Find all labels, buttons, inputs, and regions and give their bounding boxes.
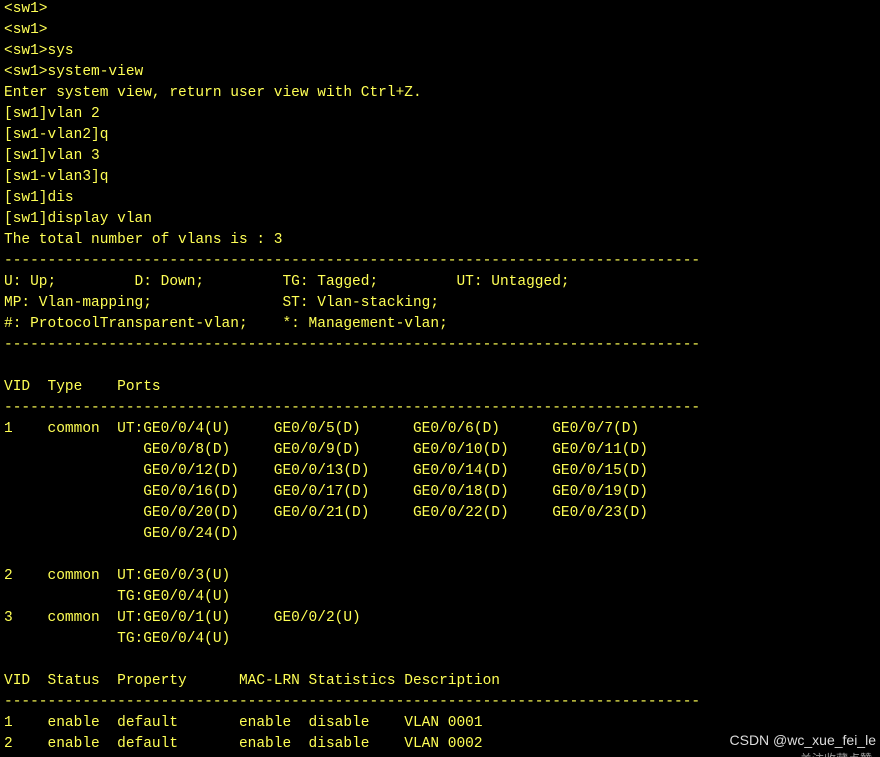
terminal-line: 1 common UT:GE0/0/4(U) GE0/0/5(D) GE0/0/… (4, 421, 640, 437)
terminal-line: GE0/0/8(D) GE0/0/9(D) GE0/0/10(D) GE0/0/… (4, 442, 648, 458)
terminal-line: <sw1>sys (4, 43, 74, 59)
terminal-line: GE0/0/20(D) GE0/0/21(D) GE0/0/22(D) GE0/… (4, 505, 648, 521)
terminal-line: ----------------------------------------… (4, 694, 701, 710)
terminal-window[interactable]: <sw1> <sw1> <sw1>sys <sw1>system-view Enter … (0, 0, 880, 757)
terminal-line: U: Up; D: Down; TG: Tagged; UT: Untagged… (4, 274, 570, 290)
terminal-line: GE0/0/16(D) GE0/0/17(D) GE0/0/18(D) GE0/… (4, 484, 648, 500)
terminal-line: 3 common UT:GE0/0/1(U) GE0/0/2(U) (4, 610, 361, 626)
terminal-line: 1 enable default enable disable VLAN 000… (4, 715, 483, 731)
terminal-line: <sw1> (4, 22, 48, 38)
terminal-line: GE0/0/24(D) (4, 526, 239, 542)
terminal-line: VID Type Ports (4, 379, 161, 395)
terminal-line: 2 common UT:GE0/0/3(U) (4, 568, 231, 584)
terminal-line: [sw1]dis (4, 190, 74, 206)
terminal-line: [sw1]display vlan (4, 211, 152, 227)
terminal-line: [sw1-vlan2]q (4, 127, 109, 143)
terminal-line: VID Status Property MAC-LRN Statistics D… (4, 673, 500, 689)
watermark-subtext: 关注收藏点赞 (800, 750, 872, 757)
terminal-line: [sw1]vlan 2 (4, 106, 100, 122)
terminal-line: <sw1> (4, 1, 48, 17)
terminal-line: [sw1-vlan3]q (4, 169, 109, 185)
terminal-line: GE0/0/12(D) GE0/0/13(D) GE0/0/14(D) GE0/… (4, 463, 648, 479)
terminal-line: [sw1]vlan 3 (4, 148, 100, 164)
terminal-line: #: ProtocolTransparent-vlan; *: Manageme… (4, 316, 448, 332)
terminal-line: TG:GE0/0/4(U) (4, 631, 231, 647)
terminal-line: 2 enable default enable disable VLAN 000… (4, 736, 483, 752)
terminal-output: <sw1> <sw1> <sw1>sys <sw1>system-view Enter … (4, 0, 700, 755)
watermark-text: CSDN @wc_xue_fei_le (729, 732, 877, 748)
terminal-line: Enter system view, return user view with… (4, 85, 422, 101)
terminal-line: ----------------------------------------… (4, 253, 701, 269)
terminal-line: TG:GE0/0/4(U) (4, 589, 231, 605)
terminal-line: <sw1>system-view (4, 64, 144, 80)
terminal-line: ----------------------------------------… (4, 337, 701, 353)
terminal-line: ----------------------------------------… (4, 400, 701, 416)
terminal-line: MP: Vlan-mapping; ST: Vlan-stacking; (4, 295, 440, 311)
terminal-line: The total number of vlans is : 3 (4, 232, 283, 248)
